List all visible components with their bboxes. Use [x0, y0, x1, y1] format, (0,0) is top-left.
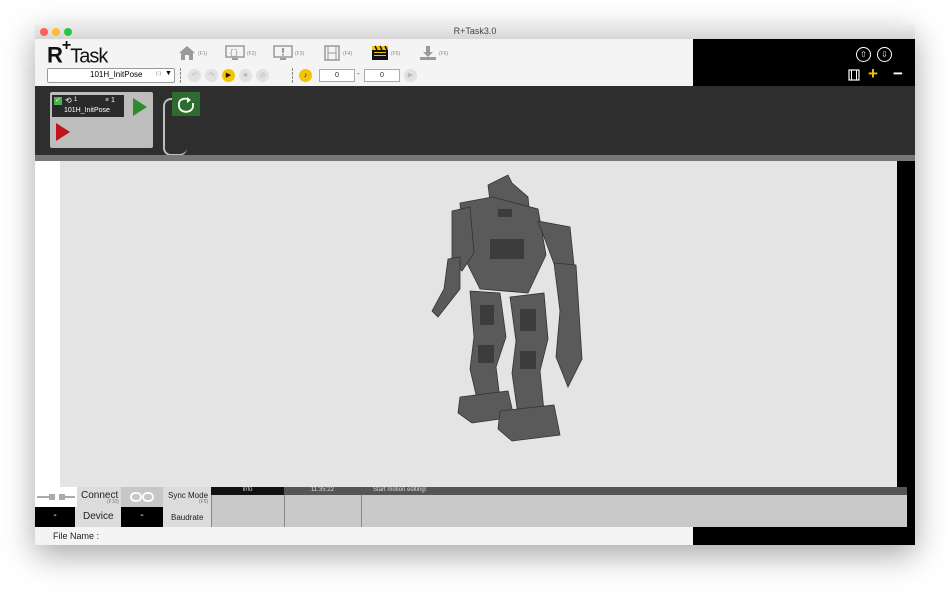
film-icon [848, 69, 860, 81]
connect-key: (F10) [107, 499, 119, 505]
film-button[interactable]: (F4) [323, 45, 359, 63]
log-scrollbar[interactable] [907, 487, 915, 527]
function-key-label: (F3) [295, 51, 305, 57]
motion-card-name: 101H_InitPose [64, 107, 110, 114]
minus-icon: − [893, 64, 903, 83]
motion-select-suffix: (-) [156, 71, 161, 77]
log-info-header: Info [211, 487, 284, 495]
download-icon [420, 46, 436, 60]
device-label[interactable]: Device [83, 511, 114, 522]
task-flow-area: ✓ ⟲ 1 × 1 101H_InitPose [35, 86, 915, 158]
baudrate-label[interactable]: Baudrate [171, 513, 203, 522]
download-file-button[interactable]: ⇩ [877, 47, 892, 62]
task-code-button[interactable]: {} (F2) [225, 45, 261, 63]
motion-select-value: 101H_InitPose [90, 70, 143, 79]
repeat-icon: ⟲ [65, 96, 72, 105]
home-button[interactable]: (F1) [178, 45, 214, 63]
svg-text:{}: {} [229, 49, 239, 58]
log-message: Start motion editing! [361, 487, 911, 495]
robot-3d-viewport[interactable] [60, 161, 897, 487]
viewport-scrollbar[interactable] [897, 161, 915, 487]
redo-icon: ↷ [208, 72, 215, 79]
undo-icon: ↶ [191, 72, 198, 79]
repeat-times: × 1 [105, 97, 115, 104]
code-screen-icon: {} [225, 45, 245, 60]
divider [292, 68, 294, 83]
footer-bar: File Name : [35, 527, 693, 545]
play-icon[interactable] [131, 97, 149, 117]
motion-button[interactable]: (F5) [371, 45, 407, 63]
alert-screen-icon [273, 45, 293, 60]
stop-button[interactable]: ■ [239, 69, 252, 82]
download-icon: ⇩ [881, 50, 888, 59]
repeat-count: 1 [74, 97, 78, 103]
plus-icon: + [868, 64, 878, 83]
link-icon [130, 492, 154, 502]
function-key-label: (F6) [439, 51, 449, 57]
motion-list-button[interactable] [848, 69, 860, 81]
function-key-label: (F4) [343, 51, 353, 57]
loop-button[interactable] [172, 92, 200, 116]
motion-card-header: ✓ ⟲ 1 × 1 101H_InitPose [52, 95, 124, 117]
reset-button[interactable]: ⊘ [256, 69, 269, 82]
title-bar: R+Task3.0 [35, 25, 915, 40]
redo-button[interactable]: ↷ [205, 69, 218, 82]
alert-screen-button[interactable]: (F3) [273, 45, 309, 63]
function-key-label: (F2) [247, 51, 257, 57]
right-panel: ⇧ ⇩ + − [693, 39, 915, 86]
loop-icon [178, 97, 194, 113]
robot-model [431, 174, 583, 442]
music-note-icon: ♪ [303, 72, 308, 79]
device-value: - [35, 507, 75, 527]
forward-play-button[interactable]: ▶ [404, 69, 417, 82]
upload-icon: ⇧ [860, 50, 867, 59]
function-key-label: (F1) [198, 51, 208, 57]
check-icon: ✓ [54, 97, 62, 105]
motion-select[interactable]: 101H_InitPose (-) ▼ [47, 68, 175, 83]
function-key-label: (F5) [391, 51, 401, 57]
baudrate-value: - [121, 507, 163, 527]
file-name-label: File Name : [53, 531, 100, 541]
range-separator: - [357, 69, 360, 78]
stop-play-icon[interactable] [54, 122, 72, 142]
film-icon [324, 45, 340, 61]
undo-button[interactable]: ↶ [188, 69, 201, 82]
clapperboard-icon [372, 45, 388, 60]
sync-mode-button[interactable] [121, 487, 163, 507]
stop-icon: ■ [243, 72, 248, 79]
reset-icon: ⊘ [259, 72, 266, 79]
divider [180, 68, 182, 83]
start-frame-input[interactable]: 0 [319, 69, 355, 82]
main-toolbar: R+Task (F1) {} (F2) (F3) (F4) (F5) (F6) … [35, 37, 693, 86]
play-icon: ▶ [225, 72, 232, 79]
play-button[interactable]: ▶ [222, 69, 235, 82]
connect-button[interactable] [35, 487, 77, 507]
log-time: 11:35:22 [284, 487, 361, 495]
app-logo: R+Task [47, 37, 108, 68]
footer-black-panel [693, 527, 915, 545]
upload-button[interactable]: ⇧ [856, 47, 871, 62]
music-button[interactable]: ♪ [299, 69, 312, 82]
remove-button[interactable]: − [893, 64, 903, 84]
cable-disconnected-icon [37, 494, 75, 500]
app-window: R+Task3.0 R+Task (F1) {} (F2) (F3) (F4) … [35, 25, 915, 545]
viewport-margin [35, 161, 60, 487]
play-icon: ▶ [407, 72, 414, 79]
download-button[interactable]: (F6) [419, 45, 455, 63]
window-title: R+Task3.0 [453, 26, 497, 36]
end-frame-input[interactable]: 0 [364, 69, 400, 82]
sync-mode-key: (F9) [199, 499, 209, 505]
home-icon [179, 46, 195, 60]
add-button[interactable]: + [868, 64, 878, 84]
motion-card[interactable]: ✓ ⟲ 1 × 1 101H_InitPose [50, 92, 153, 148]
status-panel: Connect (F10) Sync Mode (F9) - Device - … [35, 487, 915, 527]
chevron-down-icon: ▼ [165, 70, 172, 77]
